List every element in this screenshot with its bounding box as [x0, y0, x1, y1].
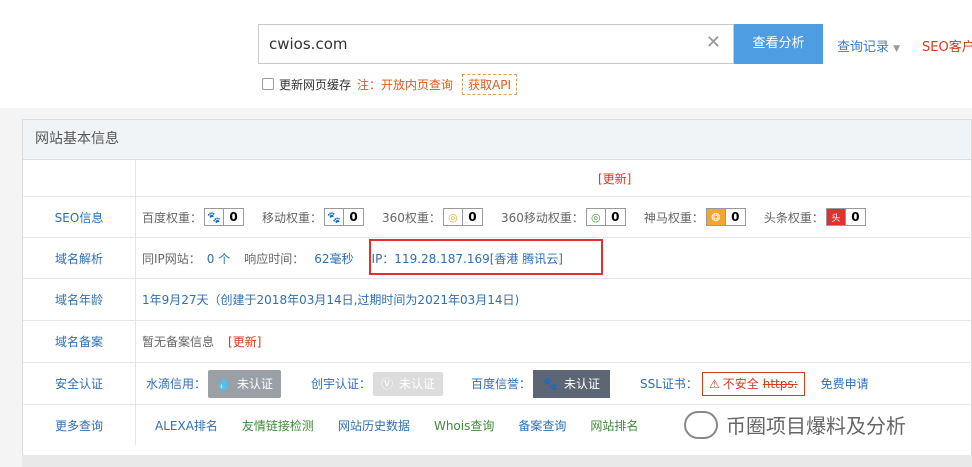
seo-item-360-mobile: 360移动权重： ◎ 0: [501, 208, 626, 226]
baidu-paw-icon: 🐾: [324, 208, 345, 226]
seo-item-label: 百度权重：: [142, 210, 203, 225]
ssl-warning-text: 不安全: [722, 377, 759, 391]
alexa-link[interactable]: ALEXA排名: [155, 417, 218, 434]
options-row: 更新网页缓存 注：开放内页查询 获取API: [262, 73, 518, 95]
seo-item-value[interactable]: 0: [224, 208, 245, 226]
search-input[interactable]: cwios.com ✕: [258, 24, 734, 64]
baidu-credit-badge[interactable]: 🐾 未认证: [533, 369, 611, 398]
chuangyu-badge-text: 未认证: [399, 377, 436, 391]
seo-item-value[interactable]: 0: [605, 208, 626, 226]
seo-client-link[interactable]: SEO客户: [922, 36, 972, 55]
seo-item-label: 头条权重：: [763, 210, 824, 225]
age-value: 1年9月27天（创建于2018年03月14日,过期时间为2021年03月14日): [142, 293, 520, 307]
seo-item-360: 360权重： ◎ 0: [382, 208, 483, 226]
ssl-label: SSL证书：: [640, 377, 698, 391]
site-rank-link[interactable]: 网站排名: [590, 417, 638, 434]
age-label: 域名年龄: [23, 279, 136, 320]
seo-row: SEO信息 百度权重： 🐾 0 移动权重： 🐾 0 360权重： ◎ 0 360…: [23, 197, 971, 238]
watermark-text: 币圈项目爆料及分析: [726, 414, 906, 438]
more-label: 更多查询: [23, 405, 136, 445]
dns-label: 域名解析: [23, 238, 136, 278]
v-shield-icon: Ⓥ: [381, 377, 394, 391]
seo-item-shenma: 神马权重： ❂ 0: [644, 208, 746, 226]
history-dropdown[interactable]: 查询记录 ▼: [837, 36, 900, 55]
seo-item-label: 360权重：: [382, 210, 441, 225]
update-row-label: [23, 160, 136, 196]
security-label: 安全认证: [23, 363, 136, 404]
inner-page-note-link[interactable]: 注：开放内页查询: [357, 76, 453, 93]
icp-update-link[interactable]: [更新]: [228, 333, 261, 350]
wechat-icon: [684, 410, 718, 439]
baidu-paw-icon: 🐾: [543, 376, 558, 391]
ssl-badge[interactable]: ⚠ 不安全 https:: [701, 371, 805, 396]
bottom-strip: [22, 455, 972, 467]
same-ip-value[interactable]: 0 个: [207, 250, 230, 267]
seo-item-value[interactable]: 0: [725, 208, 746, 226]
refresh-cache-label[interactable]: 更新网页缓存: [279, 76, 351, 93]
chuangyu-badge[interactable]: Ⓥ 未认证: [373, 371, 444, 396]
panel-title: 网站基本信息: [23, 120, 971, 160]
same-ip-label: 同IP网站：: [142, 251, 201, 266]
seo-item-value[interactable]: 0: [845, 208, 866, 226]
shuidi-badge-text: 未认证: [236, 377, 273, 391]
icp-label: 域名备案: [23, 321, 136, 362]
seo-label: SEO信息: [23, 197, 136, 237]
water-drop-icon: 💧: [216, 376, 231, 391]
icp-query-link[interactable]: 备案查询: [518, 417, 566, 434]
shuidi-badge[interactable]: 💧 未认证: [208, 369, 281, 398]
baidu-credit-badge-text: 未认证: [564, 377, 601, 391]
seo-item-label: 360移动权重：: [500, 210, 584, 225]
whois-link[interactable]: Whois查询: [434, 417, 494, 434]
watermark: 币圈项目爆料及分析: [684, 410, 906, 439]
seo-item-toutiao: 头条权重： 头 0: [764, 208, 866, 226]
security-row: 安全认证 水滴信用： 💧 未认证 创宇认证： Ⓥ 未认证 百度信誉： 🐾 未认证…: [23, 363, 971, 405]
360-icon: ◎: [585, 208, 606, 226]
shuidi-label: 水滴信用：: [146, 377, 207, 391]
icp-value: 暂无备案信息: [142, 335, 215, 349]
baidu-credit-label: 百度信誉：: [471, 377, 532, 391]
history-data-link[interactable]: 网站历史数据: [338, 417, 410, 434]
chuangyu-label: 创宇认证：: [310, 377, 371, 391]
toutiao-icon: 头: [825, 208, 846, 226]
ip-highlight-box: [369, 239, 603, 275]
seo-item-value[interactable]: 0: [462, 208, 483, 226]
seo-item-label: 移动权重：: [262, 210, 323, 225]
history-label[interactable]: 查询记录: [837, 40, 889, 55]
chevron-down-icon[interactable]: ▼: [893, 44, 900, 54]
seo-item-value[interactable]: 0: [344, 208, 365, 226]
360-icon: ◎: [442, 208, 463, 226]
get-api-button[interactable]: 获取API: [462, 73, 518, 95]
baidu-paw-icon: 🐾: [204, 208, 225, 226]
update-row: [更新]: [23, 160, 971, 197]
seo-item-mobile: 移动权重： 🐾 0: [262, 208, 365, 226]
search-input-value[interactable]: cwios.com: [269, 35, 347, 53]
refresh-cache-checkbox[interactable]: [262, 78, 274, 90]
age-row: 域名年龄 1年9月27天（创建于2018年03月14日,过期时间为2021年03…: [23, 279, 971, 321]
close-icon[interactable]: ✕: [706, 32, 721, 53]
top-bar: cwios.com ✕ 查看分析 查询记录 ▼ SEO客户 更新网页缓存 注：开…: [0, 0, 972, 108]
response-value: 62毫秒: [314, 251, 354, 266]
free-apply-link[interactable]: 免费申请: [821, 375, 869, 392]
friend-link-check-link[interactable]: 友情链接检测: [242, 417, 314, 434]
shenma-icon: ❂: [705, 208, 726, 226]
warning-icon: ⚠: [708, 376, 720, 391]
icp-row: 域名备案 暂无备案信息 [更新]: [23, 321, 971, 363]
seo-item-baidu: 百度权重： 🐾 0: [142, 208, 245, 226]
update-link[interactable]: [更新]: [598, 170, 631, 187]
analyze-button[interactable]: 查看分析: [734, 24, 823, 64]
ssl-https-text: https:: [762, 376, 798, 391]
response-label: 响应时间：: [244, 251, 305, 266]
seo-item-label: 神马权重：: [643, 210, 704, 225]
